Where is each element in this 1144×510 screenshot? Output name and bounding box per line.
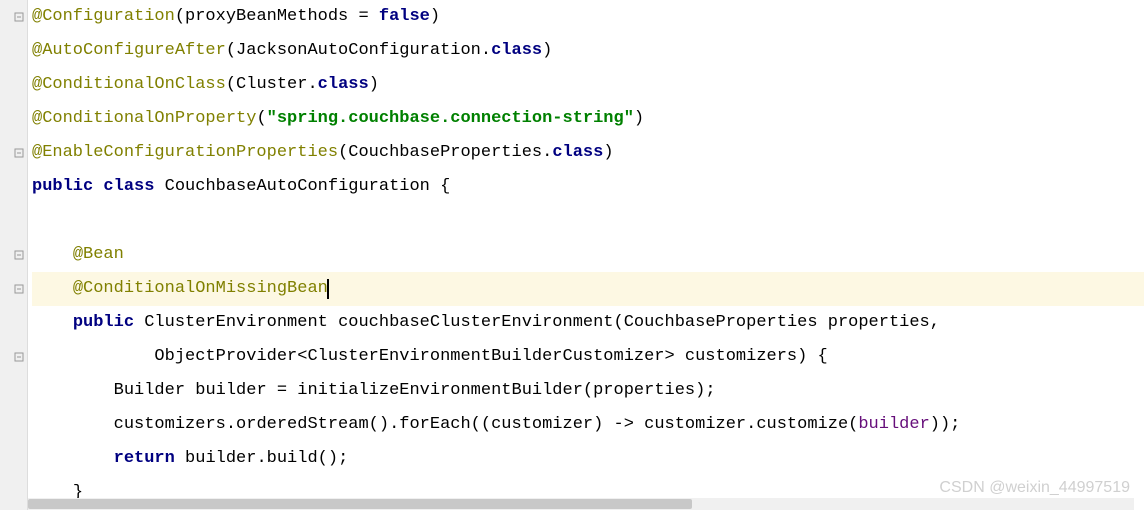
class-name: CouchbaseAutoConfiguration { — [154, 170, 450, 204]
code-line[interactable]: @Bean — [32, 238, 1144, 272]
editor-gutter — [0, 0, 28, 510]
annotation: @EnableConfigurationProperties — [32, 136, 338, 170]
indent — [32, 374, 114, 408]
indent — [32, 442, 114, 476]
statement: )); — [930, 408, 961, 442]
keyword-class: class — [103, 170, 154, 204]
scrollbar-thumb[interactable] — [28, 499, 692, 509]
text: (JacksonAutoConfiguration. — [226, 34, 491, 68]
fold-icon[interactable] — [13, 351, 25, 363]
paren: ( — [175, 0, 185, 34]
code-line[interactable]: public ClusterEnvironment couchbaseClust… — [32, 306, 1144, 340]
code-line[interactable]: @ConditionalOnProperty("spring.couchbase… — [32, 102, 1144, 136]
identifier: proxyBeanMethods = — [185, 0, 379, 34]
indent — [32, 238, 73, 272]
text: (Cluster. — [226, 68, 318, 102]
code-line[interactable]: Builder builder = initializeEnvironmentB… — [32, 374, 1144, 408]
method-signature: ClusterEnvironment couchbaseClusterEnvir… — [134, 306, 940, 340]
annotation: @ConditionalOnProperty — [32, 102, 256, 136]
code-line[interactable]: @EnableConfigurationProperties(Couchbase… — [32, 136, 1144, 170]
fold-icon[interactable] — [13, 283, 25, 295]
code-line-current[interactable]: @ConditionalOnMissingBean — [32, 272, 1144, 306]
paren: ) — [369, 68, 379, 102]
method-params: ObjectProvider<ClusterEnvironmentBuilder… — [154, 340, 827, 374]
paren: ( — [256, 102, 266, 136]
code-area[interactable]: @Configuration(proxyBeanMethods = false)… — [28, 0, 1144, 510]
statement: Builder builder = initializeEnvironmentB… — [114, 374, 716, 408]
statement: customizers.orderedStream().forEach((cus… — [114, 408, 859, 442]
code-line[interactable]: customizers.orderedStream().forEach((cus… — [32, 408, 1144, 442]
indent — [32, 408, 114, 442]
keyword-public: public — [32, 170, 93, 204]
code-line[interactable]: return builder.build(); — [32, 442, 1144, 476]
paren: ) — [603, 136, 613, 170]
code-line[interactable]: @Configuration(proxyBeanMethods = false) — [32, 0, 1144, 34]
watermark: CSDN @weixin_44997519 — [939, 472, 1130, 504]
code-line[interactable]: @AutoConfigureAfter(JacksonAutoConfigura… — [32, 34, 1144, 68]
lambda-param: builder — [858, 408, 929, 442]
text-caret — [327, 279, 329, 299]
fold-icon[interactable] — [13, 249, 25, 261]
keyword-class: class — [491, 34, 542, 68]
fold-icon[interactable] — [13, 11, 25, 23]
annotation: @Bean — [73, 238, 124, 272]
annotation: @ConditionalOnMissingBean — [73, 272, 328, 306]
code-line[interactable]: @ConditionalOnClass(Cluster.class) — [32, 68, 1144, 102]
annotation: @AutoConfigureAfter — [32, 34, 226, 68]
statement: builder.build(); — [175, 442, 348, 476]
keyword-false: false — [379, 0, 430, 34]
string-literal: "spring.couchbase.connection-string" — [267, 102, 634, 136]
code-line[interactable] — [32, 204, 1144, 238]
paren: ) — [542, 34, 552, 68]
keyword-return: return — [114, 442, 175, 476]
keyword-class: class — [552, 136, 603, 170]
text: (CouchbaseProperties. — [338, 136, 552, 170]
code-editor[interactable]: @Configuration(proxyBeanMethods = false)… — [0, 0, 1144, 510]
indent — [32, 306, 73, 340]
indent — [32, 272, 73, 306]
keyword-class: class — [318, 68, 369, 102]
annotation: @Configuration — [32, 0, 175, 34]
fold-icon[interactable] — [13, 147, 25, 159]
code-line[interactable]: public class CouchbaseAutoConfiguration … — [32, 170, 1144, 204]
paren: ) — [634, 102, 644, 136]
indent — [32, 340, 154, 374]
paren: ) — [430, 0, 440, 34]
annotation: @ConditionalOnClass — [32, 68, 226, 102]
code-line[interactable]: ObjectProvider<ClusterEnvironmentBuilder… — [32, 340, 1144, 374]
keyword-public: public — [73, 306, 134, 340]
